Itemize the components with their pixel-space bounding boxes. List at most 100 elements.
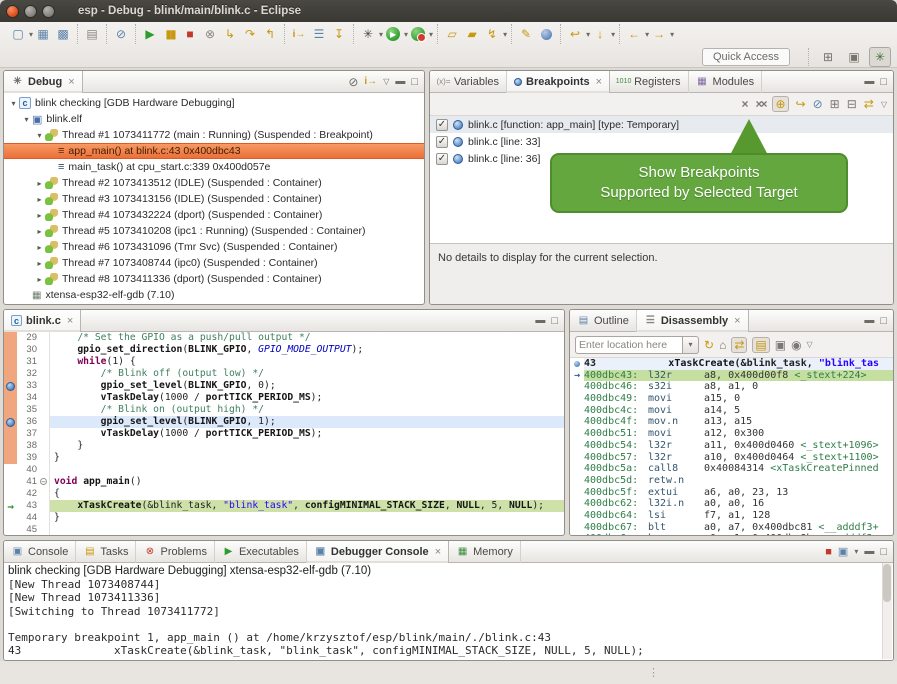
window-maximize-button[interactable] — [42, 5, 55, 18]
breakpoint-marker-icon[interactable] — [6, 382, 15, 391]
step-return-icon[interactable]: ↰ — [261, 25, 279, 43]
editor-line[interactable]: 29 /* Set the GPIO as a push/pull output… — [4, 332, 564, 344]
editor-line[interactable]: 32 /* Blink off (output low) */ — [4, 368, 564, 380]
expand-all-icon[interactable]: ⊞ — [830, 97, 840, 111]
tab-registers[interactable]: 1010 Registers — [610, 71, 688, 93]
coverage-dropdown-icon[interactable]: ▾ — [429, 30, 433, 39]
flash-dropdown-icon[interactable]: ▾ — [503, 30, 507, 39]
minimize-icon[interactable]: ▬ — [864, 77, 874, 87]
link-with-debug-view-icon[interactable]: ⇄ — [864, 97, 874, 111]
debug-tree-item[interactable]: ▸Thread #5 1073410208 (ipc1 : Running) (… — [4, 223, 424, 239]
disassembly-instruction-row[interactable]: 400dbc64:lsif7, a1, 128 — [570, 510, 893, 522]
expander-collapsed-icon[interactable]: ▸ — [34, 243, 45, 252]
editor-line[interactable]: 30 gpio_set_direction(BLINK_GPIO, GPIO_M… — [4, 344, 564, 356]
location-dropdown-icon[interactable]: ▾ — [683, 336, 699, 354]
next-annotation-icon[interactable]: ↓ — [591, 25, 609, 43]
step-over-icon[interactable]: ↷ — [241, 25, 259, 43]
skip-all-breakpoints-icon[interactable]: ⊘ — [813, 97, 823, 111]
expander-collapsed-icon[interactable]: ▸ — [34, 227, 45, 236]
last-edit-location-icon[interactable]: ↩ — [566, 25, 584, 43]
remove-all-breakpoints-icon[interactable]: ×× — [755, 97, 765, 111]
maximize-icon[interactable]: □ — [551, 316, 558, 326]
expander-collapsed-icon[interactable]: ▸ — [34, 259, 45, 268]
breakpoint-marker-icon[interactable] — [6, 418, 15, 427]
debug-tree-item[interactable]: ▸Thread #4 1073432224 (dport) (Suspended… — [4, 207, 424, 223]
code-editor[interactable]: 29 /* Set the GPIO as a push/pull output… — [4, 332, 564, 536]
open-new-view-icon[interactable]: ▣ — [775, 338, 786, 352]
terminate-icon[interactable]: ■ — [181, 25, 199, 43]
maximize-icon[interactable]: □ — [880, 316, 887, 326]
expander-expanded-icon[interactable]: ▾ — [8, 99, 19, 108]
expander-collapsed-icon[interactable]: ▸ — [34, 275, 45, 284]
view-menu-icon[interactable]: ▽ — [807, 340, 813, 349]
disassembly-listing[interactable]: 43 xTaskCreate(&blink_task, "blink_tas→4… — [570, 358, 893, 536]
forward-dropdown-icon[interactable]: ▾ — [670, 30, 674, 39]
tab-breakpoints[interactable]: Breakpoints × — [507, 71, 610, 93]
close-icon[interactable]: × — [734, 315, 740, 327]
editor-line[interactable]: 42{ — [4, 488, 564, 500]
disconnect-icon[interactable]: ⊗ — [201, 25, 219, 43]
save-all-icon[interactable]: ▩ — [54, 25, 72, 43]
search-sphere-icon[interactable] — [537, 25, 555, 43]
drop-to-frame-icon[interactable]: ↧ — [330, 25, 348, 43]
maximize-icon[interactable]: □ — [880, 77, 887, 87]
console-output[interactable]: blink checking [GDB Hardware Debugging] … — [4, 563, 893, 661]
breakpoint-checkbox[interactable]: ✓ — [436, 153, 448, 165]
tab-debug[interactable]: ✳ Debug × — [4, 71, 83, 93]
disassembly-instruction-row[interactable]: 400dbc4c:movia14, 5 — [570, 405, 893, 417]
editor-line[interactable]: 33 gpio_set_level(BLINK_GPIO, 0); — [4, 380, 564, 392]
editor-line[interactable]: 37 vTaskDelay(1000 / portTICK_PERIOD_MS)… — [4, 428, 564, 440]
editor-line[interactable]: 40 — [4, 464, 564, 476]
view-menu-icon[interactable]: ▽ — [383, 77, 389, 87]
tab-outline[interactable]: ▤ Outline — [570, 310, 637, 332]
collapse-fold-icon[interactable]: − — [40, 478, 47, 485]
console-scrollbar[interactable] — [882, 563, 892, 659]
disassembly-instruction-row[interactable]: 400dbc51:movia12, 0x300 — [570, 428, 893, 440]
breakpoint-checkbox[interactable]: ✓ — [436, 136, 448, 148]
editor-line[interactable]: 41−void app_main() — [4, 476, 564, 488]
disassembly-instruction-row[interactable]: 400dbc46:s32ia8, a1, 0 — [570, 381, 893, 393]
tab-problems[interactable]: ⊗ Problems — [136, 541, 214, 563]
terminate-console-icon[interactable]: ■ — [825, 547, 832, 557]
disassembly-instruction-row[interactable]: 400dbc54:l32ra11, 0x400d0460 <_stext+109… — [570, 440, 893, 452]
goto-file-for-breakpoint-icon[interactable]: ↪ — [796, 97, 806, 111]
collapse-all-icon[interactable]: ⊟ — [847, 97, 857, 111]
breakpoint-checkbox[interactable]: ✓ — [436, 119, 448, 131]
disassembly-instruction-row[interactable]: 400dbc62:l32i.na0, a0, 16 — [570, 498, 893, 510]
expander-expanded-icon[interactable]: ▾ — [21, 115, 32, 124]
show-debug-context-icon[interactable]: ☰ — [310, 25, 328, 43]
disassembly-instruction-row[interactable]: 400dbc57:l32ra10, 0x400d0464 <_stext+110… — [570, 452, 893, 464]
debug-tree-item[interactable]: ▾Thread #1 1073411772 (main : Running) (… — [4, 127, 424, 143]
remove-all-terminated-icon[interactable]: ⊘ — [348, 77, 358, 87]
breakpoint-item[interactable]: ✓blink.c [function: app_main] [type: Tem… — [430, 116, 893, 133]
resume-icon[interactable]: ▶ — [141, 25, 159, 43]
minimize-icon[interactable]: ▬ — [864, 316, 874, 326]
disassembly-instruction-row[interactable]: 400dbc5a:call80x40084314 <xTaskCreatePin… — [570, 463, 893, 475]
close-icon[interactable]: × — [68, 76, 74, 88]
editor-line[interactable]: 44} — [4, 512, 564, 524]
debug-dropdown-icon[interactable]: ▾ — [379, 30, 383, 39]
display-console-icon[interactable]: ▣ — [838, 547, 848, 557]
disassembly-instruction-row[interactable]: 400dbc4f:mov.na13, a15 — [570, 416, 893, 428]
suspend-icon[interactable]: ▮▮ — [161, 25, 179, 43]
quick-access-button[interactable]: Quick Access — [702, 48, 790, 66]
disassembly-instruction-row[interactable]: 400dbc5f:extuia6, a0, 23, 13 — [570, 487, 893, 499]
tab-modules[interactable]: ▦ Modules — [689, 71, 763, 93]
debug-tree-item[interactable]: ▸Thread #2 1073413512 (IDLE) (Suspended … — [4, 175, 424, 191]
debug-tree-item[interactable]: ▾▣blink.elf — [4, 111, 424, 127]
statusbar-handle[interactable]: ⋮ — [648, 666, 659, 679]
open-perspective-icon[interactable]: ⊞ — [817, 47, 839, 67]
forward-icon[interactable]: → — [650, 25, 668, 43]
disassembly-instruction-row[interactable]: 400dbc5d:retw.n — [570, 475, 893, 487]
tab-memory[interactable]: ▦ Memory — [449, 541, 521, 563]
sync-with-context-icon[interactable]: ⇄ — [731, 337, 747, 353]
new-dropdown-icon[interactable]: ▾ — [29, 30, 33, 39]
instruction-stepping-icon[interactable]: i→ — [290, 25, 308, 43]
debug-tree-item[interactable]: ≡app_main() at blink.c:43 0x400dbc43 — [4, 143, 424, 159]
instruction-stepping-toggle-icon[interactable]: i→ — [364, 77, 377, 87]
home-icon[interactable]: ⌂ — [719, 338, 726, 352]
format-brush-icon[interactable]: ✎ — [517, 25, 535, 43]
minimize-icon[interactable]: ▬ — [535, 316, 545, 326]
flash-target-icon[interactable]: ↯ — [483, 25, 501, 43]
expander-expanded-icon[interactable]: ▾ — [34, 131, 45, 140]
